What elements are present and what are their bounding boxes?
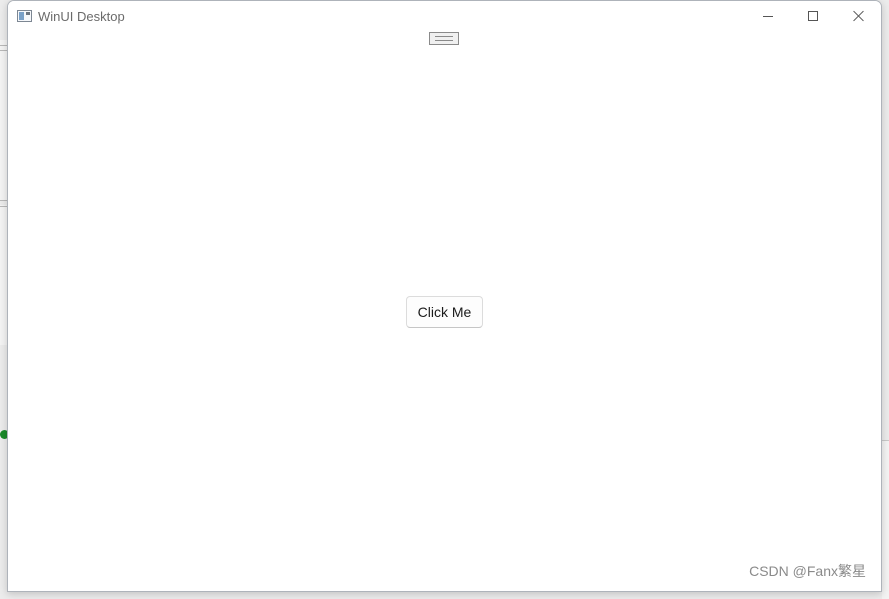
desktop-background: WinUI Desktop Click Me CSDN @Fanx繁星 [0, 0, 889, 599]
app-window-icon [17, 10, 32, 22]
minimize-icon [763, 15, 773, 17]
maximize-icon [808, 11, 818, 21]
title-bar[interactable]: WinUI Desktop [8, 1, 881, 31]
background-ide-panel [882, 440, 889, 599]
close-button[interactable] [836, 1, 881, 31]
maximize-button[interactable] [790, 1, 836, 31]
minimize-button[interactable] [745, 1, 791, 31]
window-title: WinUI Desktop [38, 9, 125, 24]
click-me-button[interactable]: Click Me [406, 296, 483, 328]
app-window: WinUI Desktop Click Me CSDN @Fanx繁星 [7, 0, 882, 592]
drag-handle-icon[interactable] [429, 32, 459, 45]
watermark-text: CSDN @Fanx繁星 [749, 563, 866, 579]
close-icon [853, 10, 865, 22]
